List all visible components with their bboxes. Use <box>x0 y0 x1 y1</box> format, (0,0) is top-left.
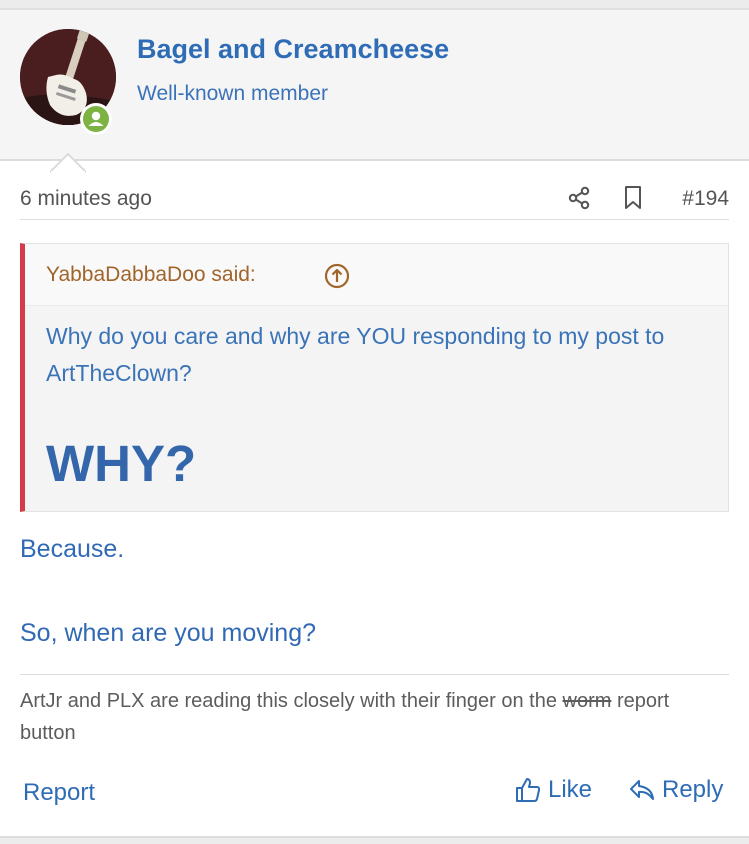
post-user-header: Bagel and Creamcheese Well-known member <box>0 10 749 173</box>
bottom-divider <box>0 836 749 844</box>
post-meta-row: 6 minutes ago #194 <box>20 180 729 220</box>
signature-text: ArtJr and PLX are reading this closely w… <box>20 690 563 712</box>
share-icon[interactable] <box>566 185 592 211</box>
user-signature: ArtJr and PLX are reading this closely w… <box>20 674 729 749</box>
reply-button[interactable]: Reply <box>628 776 723 804</box>
post-number-link[interactable]: #194 <box>682 187 729 211</box>
like-label: Like <box>548 776 593 803</box>
user-online-icon <box>83 106 109 132</box>
reply-arrow-icon <box>630 780 654 800</box>
quote-shout-text: WHY? <box>46 435 197 492</box>
report-button[interactable]: Report <box>23 779 95 807</box>
post-timestamp[interactable]: 6 minutes ago <box>20 187 152 211</box>
user-title: Well-known member <box>137 82 328 105</box>
reply-label: Reply <box>662 776 724 803</box>
quote-text: Why do you care and why are YOU respondi… <box>46 323 665 386</box>
signature-struck-text: worm <box>562 690 612 712</box>
quote-header: YabbaDabbaDoo said: <box>25 244 728 306</box>
go-to-original-post-icon[interactable] <box>324 263 350 289</box>
username-link[interactable]: Bagel and Creamcheese <box>137 34 449 65</box>
like-button[interactable]: Like <box>514 776 592 804</box>
post-body-line: Because. <box>20 535 125 563</box>
quote-block: YabbaDabbaDoo said: Why do you care and … <box>20 243 729 512</box>
header-arrow-notch <box>50 153 86 173</box>
online-status-badge <box>80 103 112 135</box>
thumbs-up-icon <box>516 778 541 802</box>
top-divider <box>0 0 749 10</box>
bookmark-icon[interactable] <box>622 185 644 211</box>
quote-author-link[interactable]: YabbaDabbaDoo said: <box>46 263 256 287</box>
post-body-line: So, when are you moving? <box>20 619 317 647</box>
